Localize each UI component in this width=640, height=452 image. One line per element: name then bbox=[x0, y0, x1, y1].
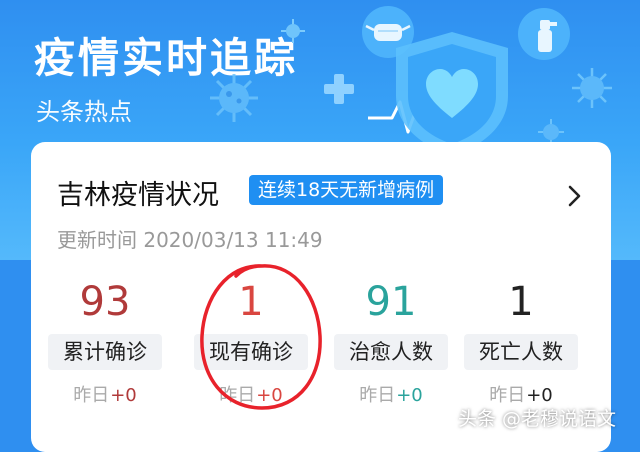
update-time: 更新时间 2020/03/13 11:49 bbox=[57, 228, 323, 252]
stat-value: 91 bbox=[365, 279, 417, 325]
yesterday-delta: +0 bbox=[396, 385, 423, 406]
medical-cross-icon bbox=[324, 74, 354, 104]
red-annotation-circle bbox=[200, 264, 322, 410]
chevron-right-icon[interactable] bbox=[567, 184, 583, 208]
stat-value: 1 bbox=[508, 279, 534, 325]
watermark: 头条 @老穆说语文 bbox=[458, 408, 617, 430]
yesterday-prefix: 昨日 bbox=[73, 385, 110, 406]
virus-icon bbox=[281, 19, 305, 43]
card-title: 吉林疫情状况 bbox=[57, 180, 219, 211]
stat-label: 累计确诊 bbox=[48, 334, 162, 370]
virus-icon bbox=[210, 74, 258, 122]
yesterday-delta: +0 bbox=[110, 385, 137, 406]
yesterday-prefix: 昨日 bbox=[489, 385, 526, 406]
stat-total-confirmed: 93 累计确诊 昨日+0 bbox=[41, 280, 169, 407]
stat-label: 死亡人数 bbox=[464, 334, 578, 370]
yesterday-prefix: 昨日 bbox=[359, 385, 396, 406]
stat-value: 93 bbox=[79, 279, 131, 325]
stat-deaths: 1 死亡人数 昨日+0 bbox=[457, 280, 585, 407]
shield-heart-icon bbox=[368, 32, 508, 156]
stat-label: 治愈人数 bbox=[334, 334, 448, 370]
yesterday-delta: +0 bbox=[526, 385, 553, 406]
virus-icon bbox=[572, 68, 612, 108]
stat-yesterday: 昨日+0 bbox=[327, 381, 455, 407]
stat-yesterday: 昨日+0 bbox=[41, 381, 169, 407]
page-subtitle: 头条热点 bbox=[36, 98, 132, 126]
status-badge: 连续18天无新增病例 bbox=[249, 175, 444, 205]
stat-recovered: 91 治愈人数 昨日+0 bbox=[327, 280, 455, 407]
